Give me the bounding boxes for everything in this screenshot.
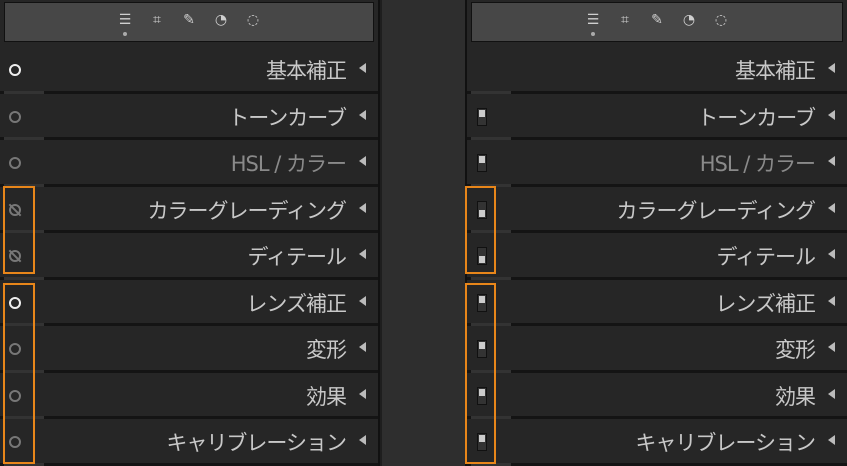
redeye-icon[interactable]: ◔ — [680, 12, 698, 28]
collapse-triangle-icon[interactable] — [828, 156, 835, 166]
collapse-triangle-icon[interactable] — [359, 342, 366, 352]
panel-header[interactable]: 変形 — [467, 326, 847, 373]
panel-title: レンズ補正 — [715, 291, 816, 316]
tool-strip: ☰ ⌗ ✎ ◔ ◌ — [471, 2, 843, 42]
highlight-box — [465, 186, 496, 274]
panel-header[interactable]: キャリブレーション — [0, 419, 378, 466]
visibility-eye-icon[interactable] — [9, 64, 21, 76]
visibility-eye-icon[interactable] — [9, 157, 21, 169]
collapse-triangle-icon[interactable] — [359, 109, 366, 120]
panel-header[interactable]: ディテール — [467, 233, 847, 280]
highlight-box — [465, 283, 496, 464]
panel-title: キャリブレーション — [635, 431, 816, 455]
collapse-triangle-icon[interactable] — [359, 156, 366, 166]
panel-title: 基本補正 — [735, 59, 816, 83]
collapse-triangle-icon[interactable] — [828, 202, 835, 213]
panel-title: ディテール — [716, 245, 816, 269]
collapse-triangle-icon[interactable] — [359, 249, 366, 259]
panel-header[interactable]: HSL / カラー — [0, 140, 378, 187]
panel-header[interactable]: トーンカーブ — [0, 94, 378, 140]
panel-header[interactable]: ディテール — [0, 233, 378, 280]
panel-title: レンズ補正 — [246, 291, 347, 316]
panel-title: 変形 — [306, 338, 347, 362]
panel-title: カラーグレーディング — [147, 198, 347, 223]
panel-header[interactable]: 基本補正 — [467, 47, 847, 94]
collapse-triangle-icon[interactable] — [359, 435, 366, 445]
healing-icon[interactable]: ✎ — [648, 12, 666, 28]
tool-strip: ☰ ⌗ ✎ ◔ ◌ — [4, 2, 374, 42]
panel-toggle-switch[interactable] — [477, 107, 487, 126]
left-panel: ☰ ⌗ ✎ ◔ ◌ 基本補正トーンカーブ HSL / カラーカラーグレーディングディテールレ… — [0, 0, 380, 466]
panel-header[interactable]: 効果 — [467, 373, 847, 419]
highlight-box — [3, 186, 35, 274]
panel-title: HSL / カラー — [699, 152, 816, 176]
collapse-triangle-icon[interactable] — [828, 109, 835, 120]
panel-header[interactable]: レンズ補正 — [0, 280, 378, 326]
panel-header[interactable]: トーンカーブ — [467, 94, 847, 140]
panel-header[interactable]: HSL / カラー — [467, 140, 847, 187]
collapse-triangle-icon[interactable] — [359, 295, 366, 306]
collapse-triangle-icon[interactable] — [828, 435, 835, 445]
panel-header[interactable]: キャリブレーション — [467, 419, 847, 466]
panel-title: ディテール — [247, 245, 347, 269]
panel-title: トーンカーブ — [697, 105, 816, 130]
mask-icon[interactable]: ◌ — [712, 12, 730, 28]
collapse-triangle-icon[interactable] — [359, 388, 366, 399]
panel-header[interactable]: 変形 — [0, 326, 378, 373]
panel-title: 効果 — [775, 384, 816, 409]
panel-title: キャリブレーション — [166, 431, 347, 455]
panel-header[interactable]: 基本補正 — [0, 47, 378, 94]
panel-title: カラーグレーディング — [616, 198, 816, 223]
crop-icon[interactable]: ⌗ — [148, 12, 166, 28]
panel-title: 基本補正 — [266, 59, 347, 83]
collapse-triangle-icon[interactable] — [359, 63, 366, 73]
redeye-icon[interactable]: ◔ — [212, 12, 230, 28]
panel-header[interactable]: 効果 — [0, 373, 378, 419]
visibility-eye-icon[interactable] — [9, 110, 21, 123]
collapse-triangle-icon[interactable] — [828, 249, 835, 259]
panel-title: HSL / カラー — [230, 152, 347, 176]
panel-header[interactable]: カラーグレーディング — [0, 187, 378, 233]
mask-icon[interactable]: ◌ — [244, 12, 262, 28]
panel-title: 変形 — [775, 338, 816, 362]
right-panel: ☰ ⌗ ✎ ◔ ◌ 基本補正トーンカーブ HSL / カラーカラーグレーディングディテールレ… — [465, 0, 847, 466]
crop-icon[interactable]: ⌗ — [616, 12, 634, 28]
divider — [382, 0, 465, 466]
collapse-triangle-icon[interactable] — [828, 63, 835, 73]
panel-title: 効果 — [306, 384, 347, 409]
highlight-box — [3, 283, 35, 464]
collapse-triangle-icon[interactable] — [828, 388, 835, 399]
sliders-icon[interactable]: ☰ — [116, 12, 134, 36]
collapse-triangle-icon[interactable] — [359, 202, 366, 213]
collapse-triangle-icon[interactable] — [828, 295, 835, 306]
panel-header[interactable]: レンズ補正 — [467, 280, 847, 326]
panel-header[interactable]: カラーグレーディング — [467, 187, 847, 233]
panel-title: トーンカーブ — [228, 105, 347, 130]
collapse-triangle-icon[interactable] — [828, 342, 835, 352]
sliders-icon[interactable]: ☰ — [584, 12, 602, 36]
panel-toggle-switch[interactable] — [477, 154, 487, 172]
healing-icon[interactable]: ✎ — [180, 12, 198, 28]
